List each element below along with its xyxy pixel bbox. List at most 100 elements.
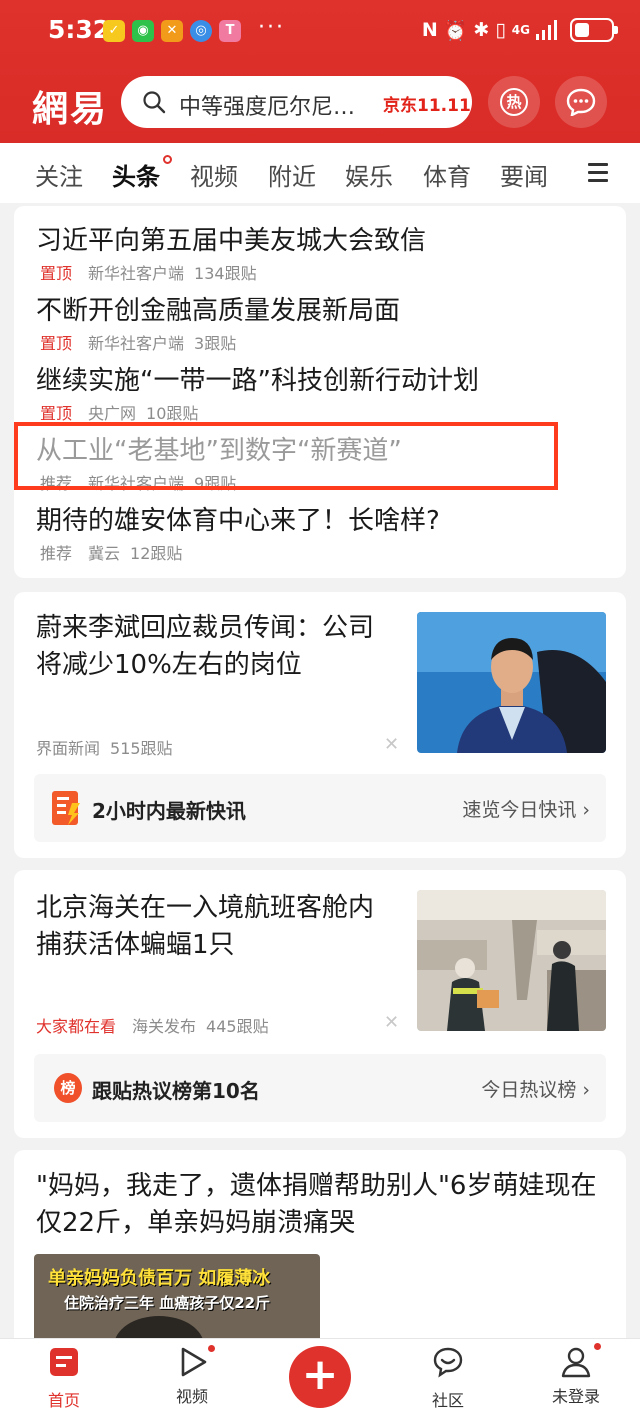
flash-news-link[interactable]: 速览今日快讯 › (462, 795, 590, 822)
news-meta: 推荐 冀云 12跟贴 (40, 540, 182, 564)
tab-entertainment[interactable]: 娱乐 (345, 157, 393, 192)
article-thumbnail[interactable] (417, 890, 606, 1031)
article-meta: 大家都在看 海关发布 445跟贴 (36, 1013, 269, 1037)
nav-home[interactable]: 首页 (24, 1345, 104, 1411)
pinned-tag: 置顶 (40, 334, 73, 353)
bottom-navigation: 首页 视频 + 社区 未登录 (0, 1338, 640, 1416)
news-source: 新华社客户端 (88, 334, 185, 353)
tab-sports[interactable]: 体育 (423, 157, 471, 192)
news-source: 海关发布 (132, 1017, 197, 1036)
nav-profile[interactable]: 未登录 (536, 1341, 616, 1407)
article-card[interactable]: "妈妈，我走了，遗体捐赠帮助别人"6岁萌娃现在仅22斤，单亲妈妈崩溃痛哭 单亲妈… (14, 1150, 626, 1350)
comment-count: 12跟贴 (130, 544, 183, 563)
nfc-icon: N (421, 19, 438, 41)
search-placeholder: 中等强度厄尔尼… (179, 95, 356, 120)
news-title[interactable]: 期待的雄安体育中心来了！长啥样? (36, 500, 440, 537)
wechat-icon: ◉ (132, 20, 154, 42)
cabin-photo (417, 890, 606, 1031)
article-thumbnail[interactable] (417, 612, 606, 753)
news-title[interactable]: 继续实施“一带一路”科技创新行动计划 (36, 360, 479, 397)
trending-tag: 大家都在看 (36, 1017, 117, 1036)
user-icon (561, 1347, 591, 1378)
news-source: 新华社客户端 (88, 264, 185, 283)
article-card[interactable]: 蔚来李斌回应裁员传闻：公司将减少10%左右的岗位 界面新闻 515跟贴 ✕ 2小时… (14, 592, 626, 858)
channel-tabs: 关注 头条 视频 附近 娱乐 体育 要闻 (0, 143, 640, 203)
nav-video-label: 视频 (175, 1387, 208, 1406)
vibrate-icon: ▯ (495, 19, 506, 41)
notification-dot (206, 1343, 217, 1354)
highlight-annotation-box (14, 422, 558, 490)
news-meta: 置顶 央广网 10跟贴 (40, 400, 198, 424)
nav-community[interactable]: 社区 (408, 1345, 488, 1411)
browser-icon: ◎ (190, 20, 212, 42)
article-thumbnail[interactable]: 单亲妈妈负债百万 如履薄冰 住院治疗三年 血癌孩子仅22斤 (34, 1254, 320, 1344)
search-icon (143, 91, 166, 114)
yellow-app-icon: ✓ (103, 20, 125, 42)
ranking-link[interactable]: 今日热议榜 › (481, 1075, 590, 1102)
chat-bubble-icon (566, 88, 596, 116)
ranking-title: 跟贴热议榜第10名 (92, 1079, 260, 1103)
bluetooth-icon: ✱ (473, 19, 490, 41)
search-ad-label[interactable]: 京东11.11 (383, 91, 471, 116)
flash-news-icon (52, 791, 80, 825)
news-meta: 置顶 新华社客户端 3跟贴 (40, 330, 236, 354)
news-title[interactable]: 不断开创金融高质量发展新局面 (36, 290, 400, 327)
network-type: 4G (511, 23, 530, 37)
chevron-right-icon: › (582, 1079, 590, 1101)
comment-count: 10跟贴 (146, 404, 199, 423)
status-app-icons: ✓ ◉ ✕ ◎ T (103, 20, 241, 42)
nav-video[interactable]: 视频 (152, 1343, 232, 1407)
tab-follow[interactable]: 关注 (35, 157, 83, 192)
home-icon (50, 1348, 78, 1376)
flash-news-title: 2小时内最新快讯 (92, 799, 246, 823)
nav-community-label: 社区 (431, 1391, 464, 1410)
article-meta: 界面新闻 515跟贴 (36, 735, 173, 759)
recommend-tag: 推荐 (40, 544, 73, 563)
ranking-badge-icon: 榜 (54, 1073, 82, 1103)
news-source: 央广网 (88, 404, 137, 423)
dismiss-icon[interactable]: ✕ (384, 734, 399, 755)
article-title[interactable]: "妈妈，我走了，遗体捐赠帮助别人"6岁萌娃现在仅22斤，单亲妈妈崩溃痛哭 (36, 1168, 606, 1242)
dismiss-icon[interactable]: ✕ (384, 1012, 399, 1033)
tab-news[interactable]: 要闻 (500, 157, 548, 192)
hot-discussion-banner[interactable]: 榜 跟贴热议榜第10名 今日热议榜 › (34, 1054, 606, 1122)
tab-new-dot (163, 155, 172, 164)
news-source: 冀云 (88, 544, 121, 563)
comment-count: 134跟贴 (194, 264, 257, 283)
notification-dot (592, 1341, 603, 1352)
menu-icon[interactable] (588, 163, 608, 187)
search-bar[interactable]: 中等强度厄尔尼… 京东11.11 (121, 76, 472, 128)
comment-count: 445跟贴 (206, 1017, 269, 1036)
tab-nearby[interactable]: 附近 (268, 157, 316, 192)
news-source: 界面新闻 (36, 739, 101, 758)
pink-app-icon: T (219, 20, 241, 42)
article-card[interactable]: 北京海关在一入境航班客舱内捕获活体蝙蝠1只 大家都在看 海关发布 445跟贴 ✕ 榜… (14, 870, 626, 1138)
status-time: 5:32 (48, 15, 111, 44)
nav-home-label: 首页 (47, 1391, 80, 1410)
pinned-tag: 置顶 (40, 404, 73, 423)
article-title[interactable]: 蔚来李斌回应裁员传闻：公司将减少10%左右的岗位 (36, 610, 396, 684)
flash-news-banner[interactable]: 2小时内最新快讯 速览今日快讯 › (34, 774, 606, 842)
hot-icon: 热 (500, 88, 528, 116)
tab-video[interactable]: 视频 (190, 157, 238, 192)
status-bar: 5:32 ✓ ◉ ✕ ◎ T ··· N ⏰ ✱ ▯ 4G (0, 0, 640, 64)
play-icon-wrap (175, 1343, 217, 1379)
article-title[interactable]: 北京海关在一入境航班客舱内捕获活体蝙蝠1只 (36, 890, 396, 964)
tab-headlines[interactable]: 头条 (112, 157, 160, 192)
status-system-icons: N ⏰ ✱ ▯ 4G (421, 18, 618, 42)
app-header: 5:32 ✓ ◉ ✕ ◎ T ··· N ⏰ ✱ ▯ 4G 網易 中等强度厄尔尼… (0, 0, 640, 143)
news-title[interactable]: 习近平向第五届中美友城大会致信 (36, 220, 426, 257)
comment-count: 515跟贴 (110, 739, 173, 758)
hot-button[interactable]: 热 (488, 76, 540, 128)
comment-count: 3跟贴 (194, 334, 237, 353)
chevron-right-icon: › (582, 799, 590, 821)
orange-app-icon: ✕ (161, 20, 183, 42)
publish-plus-button[interactable]: + (289, 1346, 351, 1408)
pinned-tag: 置顶 (40, 264, 73, 283)
news-meta: 置顶 新华社客户端 134跟贴 (40, 260, 257, 284)
message-button[interactable] (555, 76, 607, 128)
person-photo (417, 612, 606, 753)
status-more-icon: ··· (258, 15, 285, 40)
thumb-caption: 单亲妈妈负债百万 如履薄冰 (48, 1268, 271, 1289)
top-news-card: 习近平向第五届中美友城大会致信 置顶 新华社客户端 134跟贴 不断开创金融高质量发… (14, 206, 626, 578)
